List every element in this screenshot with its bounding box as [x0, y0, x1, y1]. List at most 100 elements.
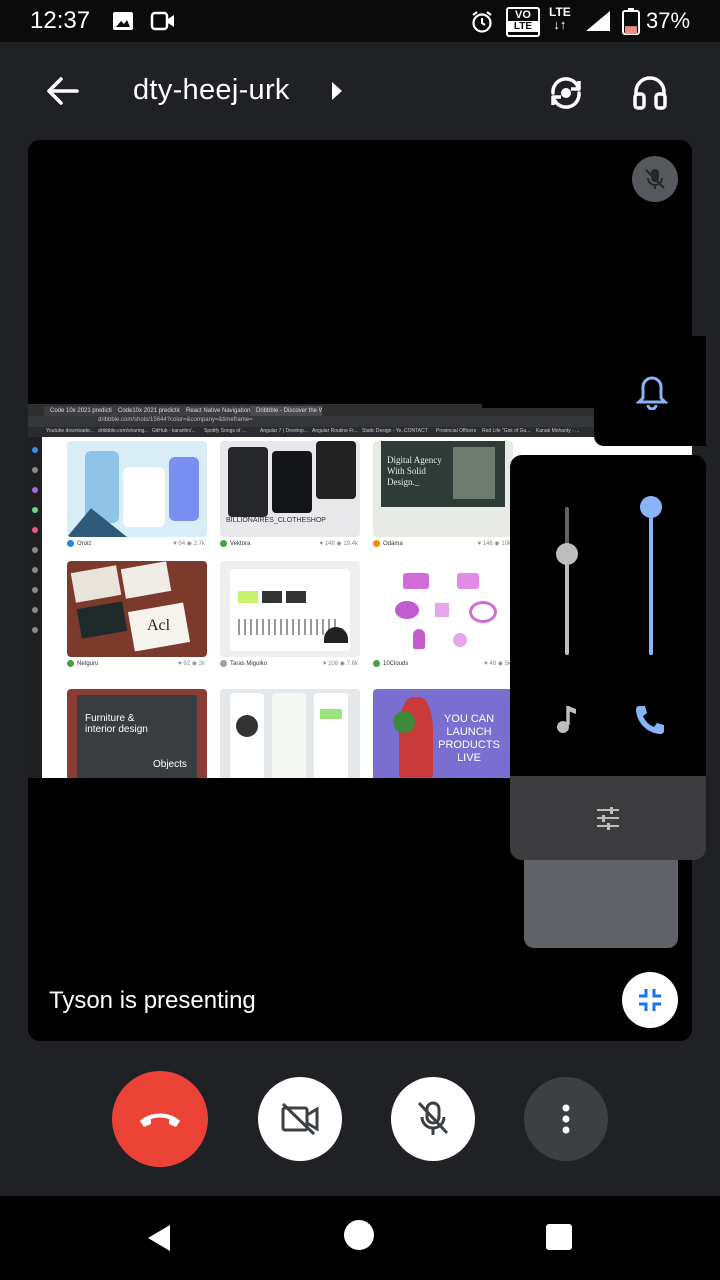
- shot-thumb-text: Acl: [147, 617, 171, 634]
- bookmark: Youtube downloade...: [46, 428, 94, 434]
- nav-back-icon[interactable]: [146, 1223, 172, 1253]
- shot-card: [220, 689, 360, 778]
- headphones-icon[interactable]: [630, 72, 670, 112]
- shot-thumbnail: Acl: [67, 561, 207, 657]
- shot-thumb-text: YOU CAN LAUNCH PRODUCTS LIVE: [438, 713, 500, 764]
- shot-meta: Taras Migulko ♥ 106 ◉ 7.6k: [220, 657, 360, 671]
- shot-thumbnail: [67, 441, 207, 537]
- browser-tab: Code10x 2021 prediction: [112, 406, 180, 416]
- shot-author: Odama: [383, 541, 403, 547]
- shot-author: 10Clouds: [383, 661, 409, 667]
- more-options-button[interactable]: [524, 1077, 608, 1161]
- shot-stats: ♥ 48 ◉ 5k: [484, 661, 511, 667]
- browser-address-bar: dribbble.com/shots/15644?color=&company=…: [28, 416, 692, 427]
- shot-thumbnail: [220, 561, 360, 657]
- battery-percent: 37%: [646, 8, 691, 33]
- media-volume-level: [565, 554, 569, 655]
- shot-thumbnail: BILLIONAIRES_CLOTHESHOP: [220, 441, 360, 537]
- shot-thumbnail: [373, 561, 513, 657]
- shot-author: Netguru: [77, 661, 99, 667]
- browser-tab: Dribbble - Discover the World: [250, 406, 322, 416]
- page-sidebar: [28, 437, 42, 778]
- phone-icon[interactable]: [632, 703, 668, 737]
- bookmark: Spotify Songs of ...: [204, 428, 246, 434]
- switch-camera-icon[interactable]: [545, 72, 587, 114]
- shot-stats: ♥ 146 ◉ 10k: [477, 541, 511, 547]
- more-vert-icon: [562, 1104, 570, 1134]
- sound-settings-button[interactable]: [510, 776, 706, 860]
- volte-label-top: VO: [515, 9, 531, 21]
- shot-meta: Odama ♥ 146 ◉ 10k: [373, 537, 513, 551]
- status-time: 12:37: [30, 7, 91, 34]
- nav-home-button[interactable]: [344, 1220, 374, 1250]
- bookmark: Kanak Mohanty - ...: [536, 428, 580, 434]
- end-call-button[interactable]: [112, 1071, 208, 1167]
- image-icon: [112, 10, 134, 37]
- volte-label-bottom: LTE: [508, 21, 538, 32]
- caret-right-icon[interactable]: [330, 81, 344, 101]
- shot-author: Taras Migulko: [230, 661, 268, 667]
- browser-tab: React Native Navigation: [180, 406, 250, 416]
- meeting-code[interactable]: dty-heej-urk: [133, 74, 290, 107]
- nav-recents-button[interactable]: [546, 1224, 572, 1250]
- shot-meta: Oroiz ♥ 64 ◉ 2.7k: [67, 537, 207, 551]
- music-note-icon[interactable]: [552, 703, 582, 737]
- end-call-icon: [140, 1113, 180, 1127]
- shot-card: Acl Netguru ♥ 92 ◉ 2k: [67, 561, 207, 671]
- system-navigation-bar: [0, 1196, 720, 1280]
- bell-icon[interactable]: [635, 374, 669, 411]
- media-volume-slider-thumb[interactable]: [556, 543, 578, 566]
- shot-author: Vektora: [230, 541, 251, 547]
- call-volume-level: [649, 507, 653, 655]
- back-arrow-icon[interactable]: [44, 72, 82, 110]
- minimize-button[interactable]: [622, 972, 678, 1028]
- status-bar: 12:37 VO LTE LTE ↓↑ 37%: [0, 0, 720, 42]
- tune-sliders-icon: [595, 805, 621, 831]
- shot-thumbnail: Digital Agency With Solid Design._: [373, 441, 513, 537]
- shot-thumb-text: Furniture & interior design: [85, 713, 148, 735]
- shot-thumbnail: YOU CAN LAUNCH PRODUCTS LIVE: [373, 689, 513, 778]
- address-text: dribbble.com/shots/15644?color=&company=…: [98, 417, 253, 423]
- shot-thumbnail: Furniture & interior design Objects: [67, 689, 207, 778]
- shot-thumb-text-2: Objects: [153, 759, 187, 770]
- volume-panel-backdrop: [524, 858, 678, 948]
- bookmarks-bar: Youtube downloade... dribbble.com/sharin…: [28, 427, 692, 437]
- shot-stats: ♥ 64 ◉ 2.7k: [173, 541, 205, 547]
- ringer-mode-panel[interactable]: [594, 336, 706, 446]
- alarm-icon: [470, 10, 494, 39]
- mic-off-icon: [417, 1101, 449, 1135]
- shot-card: Taras Migulko ♥ 106 ◉ 7.6k: [220, 561, 360, 671]
- volte-icon: VO LTE: [506, 7, 540, 37]
- shot-author: Oroiz: [77, 541, 92, 547]
- mic-off-button[interactable]: [391, 1077, 475, 1161]
- bookmark: dribbble.com/sharing...: [98, 428, 149, 434]
- video-call-icon: [150, 10, 176, 37]
- shot-thumb-text: Digital Agency With Solid Design._: [387, 455, 442, 487]
- shot-card: Furniture & interior design Objects: [67, 689, 207, 778]
- signal-icon: [584, 9, 612, 38]
- camera-off-icon: [281, 1102, 319, 1136]
- bookmark: Red Life "Gist of Gu...: [482, 428, 531, 434]
- shot-card: 10Clouds ♥ 48 ◉ 5k: [373, 561, 513, 671]
- shot-meta: 10Clouds ♥ 48 ◉ 5k: [373, 657, 513, 671]
- browser-tab: Code 10x 2021 prediction: [44, 406, 112, 416]
- shot-card: Oroiz ♥ 64 ◉ 2.7k: [67, 441, 207, 551]
- shot-meta: Netguru ♥ 92 ◉ 2k: [67, 657, 207, 671]
- shot-card: BILLIONAIRES_CLOTHESHOP Vektora ♥ 148 ◉ …: [220, 441, 360, 551]
- mic-off-icon: [632, 156, 678, 202]
- shot-stats: ♥ 148 ◉ 19.4k: [319, 541, 358, 547]
- bookmark: Angular Routine Fr...: [312, 428, 358, 434]
- meeting-header: dty-heej-urk: [0, 42, 720, 142]
- shot-thumb-text: BILLIONAIRES_CLOTHESHOP: [226, 517, 326, 524]
- bookmark: Static Design - Ye...: [362, 428, 406, 434]
- shot-card: Digital Agency With Solid Design._ Odama…: [373, 441, 513, 551]
- call-volume-slider-thumb[interactable]: [640, 496, 662, 518]
- camera-off-button[interactable]: [258, 1077, 342, 1161]
- data-arrows: ↓↑: [553, 17, 567, 32]
- presenter-label: Tyson is presenting: [49, 987, 256, 1014]
- volume-panel: [510, 455, 706, 860]
- shot-stats: ♥ 106 ◉ 7.6k: [322, 661, 358, 667]
- bookmark: Provincial Officers: [436, 428, 477, 434]
- call-controls: [0, 1055, 720, 1195]
- minimize-icon: [639, 989, 661, 1011]
